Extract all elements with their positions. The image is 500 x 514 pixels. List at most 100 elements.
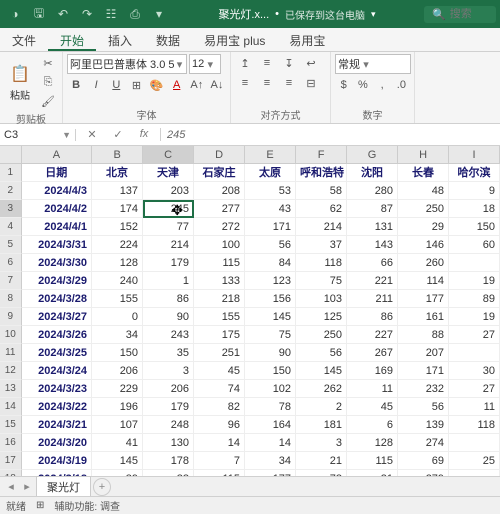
qat-more-icon[interactable]: ▾ — [148, 3, 170, 25]
cell[interactable]: 21 — [296, 452, 347, 470]
tab-data[interactable]: 数据 — [144, 28, 192, 51]
cell[interactable]: 19 — [449, 308, 500, 326]
cell[interactable]: 274 — [398, 434, 449, 452]
grid-icon[interactable]: ⊞ — [36, 500, 44, 511]
cell[interactable]: 87 — [347, 200, 398, 218]
cell[interactable]: 107 — [92, 416, 143, 434]
col-B[interactable]: B — [92, 146, 143, 164]
cell[interactable]: 181 — [296, 416, 347, 434]
wrap-icon[interactable]: ↩ — [301, 54, 321, 72]
cell[interactable]: 34 — [245, 452, 296, 470]
cell[interactable]: 277 — [194, 200, 245, 218]
cell[interactable]: 155 — [194, 308, 245, 326]
cell[interactable]: 62 — [296, 200, 347, 218]
cell[interactable]: 280 — [347, 182, 398, 200]
cell[interactable]: 6 — [347, 416, 398, 434]
cell[interactable]: 37 — [296, 236, 347, 254]
cell[interactable]: 30 — [449, 362, 500, 380]
cell[interactable]: 11 — [347, 380, 398, 398]
font-color-icon[interactable]: A — [168, 76, 186, 94]
align-center-icon[interactable]: ≡ — [257, 74, 277, 92]
cell[interactable]: 171 — [398, 362, 449, 380]
cell[interactable]: 9 — [449, 182, 500, 200]
percent-icon[interactable]: % — [354, 76, 371, 94]
cell[interactable]: 69 — [398, 452, 449, 470]
font-name-combo[interactable]: 阿里巴巴普惠体 3.0 55 Regu▾ — [67, 54, 187, 74]
paste-button[interactable]: 📋 粘贴 — [4, 54, 36, 110]
row-header[interactable]: 3 — [0, 200, 22, 218]
sheet-nav-prev[interactable]: ◂ — [4, 480, 18, 493]
cell[interactable]: 45 — [194, 362, 245, 380]
cell[interactable]: 250 — [398, 200, 449, 218]
cell[interactable]: 25 — [449, 452, 500, 470]
row-header[interactable]: 7 — [0, 272, 22, 290]
cell[interactable]: 60 — [449, 236, 500, 254]
cell[interactable]: 243 — [143, 326, 194, 344]
cell[interactable]: 169 — [347, 362, 398, 380]
tab-plugin2[interactable]: 易用宝 — [277, 28, 337, 51]
cell[interactable]: 58 — [296, 182, 347, 200]
cell[interactable]: 96 — [194, 416, 245, 434]
cell[interactable]: 90 — [143, 308, 194, 326]
cell[interactable]: 206 — [143, 380, 194, 398]
cell[interactable]: 145 — [245, 308, 296, 326]
select-all-corner[interactable] — [0, 146, 22, 164]
col-G[interactable]: G — [347, 146, 398, 164]
cell[interactable]: 2024/3/22 — [22, 398, 93, 416]
cell[interactable]: 86 — [143, 290, 194, 308]
cell[interactable]: 139 — [398, 416, 449, 434]
tab-home[interactable]: 开始 — [48, 28, 96, 51]
col-I[interactable]: I — [449, 146, 500, 164]
cell[interactable]: 100 — [194, 236, 245, 254]
name-box[interactable]: C3 ▼ — [0, 129, 76, 141]
cell[interactable]: 128 — [347, 434, 398, 452]
cell[interactable]: 34 — [92, 326, 143, 344]
cell[interactable]: 260 — [398, 254, 449, 272]
cell[interactable]: 2 — [296, 398, 347, 416]
cell[interactable]: 45 — [347, 398, 398, 416]
row-header[interactable]: 16 — [0, 434, 22, 452]
cell[interactable]: 75 — [296, 272, 347, 290]
cell[interactable]: 207 — [398, 344, 449, 362]
cell[interactable]: 175 — [194, 326, 245, 344]
cell[interactable]: 90 — [245, 344, 296, 362]
cell[interactable]: 2024/4/2 — [22, 200, 93, 218]
cell[interactable]: 89 — [449, 290, 500, 308]
cell[interactable]: 14 — [245, 434, 296, 452]
cell[interactable]: 43 — [245, 200, 296, 218]
cell[interactable]: 118 — [296, 254, 347, 272]
font-size-combo[interactable]: 12▾ — [189, 54, 221, 74]
cell[interactable]: 196 — [92, 398, 143, 416]
cell[interactable]: 245 — [143, 200, 194, 218]
cell[interactable] — [449, 254, 500, 272]
qat-icon-2[interactable]: ⎙ — [124, 3, 146, 25]
row-header[interactable]: 12 — [0, 362, 22, 380]
col-D[interactable]: D — [194, 146, 245, 164]
cell[interactable]: 84 — [245, 254, 296, 272]
cell[interactable]: 56 — [398, 398, 449, 416]
cell[interactable]: 272 — [194, 218, 245, 236]
merge-icon[interactable]: ⊟ — [301, 74, 321, 92]
cell[interactable]: 82 — [194, 398, 245, 416]
redo-icon[interactable]: ↷ — [76, 3, 98, 25]
cell[interactable]: 214 — [296, 218, 347, 236]
search-input[interactable] — [450, 8, 490, 20]
cell[interactable]: 174 — [92, 200, 143, 218]
number-format-combo[interactable]: 常规▾ — [335, 54, 411, 74]
underline-icon[interactable]: U — [107, 76, 125, 94]
cell[interactable]: 75 — [245, 326, 296, 344]
cell[interactable]: 130 — [143, 434, 194, 452]
row-header[interactable]: 17 — [0, 452, 22, 470]
cell[interactable]: 161 — [398, 308, 449, 326]
cell[interactable]: 27 — [449, 380, 500, 398]
row-header[interactable]: 8 — [0, 290, 22, 308]
italic-icon[interactable]: I — [87, 76, 105, 94]
row-header[interactable]: 4 — [0, 218, 22, 236]
autosave-icon[interactable]: ◑ — [4, 3, 26, 25]
cell[interactable]: 179 — [143, 398, 194, 416]
accept-icon[interactable]: ✓ — [106, 128, 130, 141]
col-C[interactable]: C — [143, 146, 194, 164]
row-header[interactable]: 5 — [0, 236, 22, 254]
cell[interactable]: 2024/3/25 — [22, 344, 93, 362]
cell[interactable]: 232 — [398, 380, 449, 398]
